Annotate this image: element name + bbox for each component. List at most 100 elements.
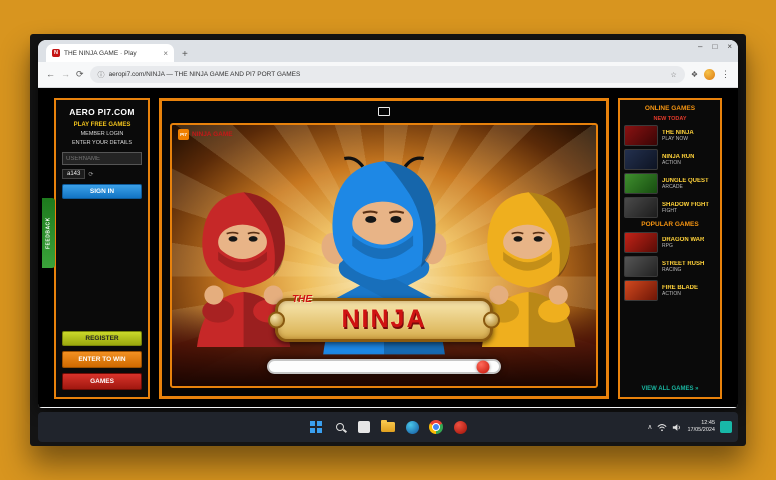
left-sidebar: FEEDBACK AERO PI7.COM PLAY FREE GAMES ME… bbox=[54, 98, 150, 399]
maximize-button[interactable]: □ bbox=[712, 43, 717, 51]
game-thumbnail bbox=[624, 197, 658, 218]
view-all-games-link[interactable]: VIEW ALL GAMES » bbox=[624, 386, 716, 392]
game-panel: PI7 NINJA GAME THE NINJA bbox=[159, 98, 609, 399]
logo-prefix: THE bbox=[292, 294, 312, 305]
tab-title: THE NINJA GAME · Play bbox=[64, 50, 159, 57]
page-content: FEEDBACK AERO PI7.COM PLAY FREE GAMES ME… bbox=[38, 88, 738, 407]
register-button[interactable]: REGISTER bbox=[62, 331, 142, 346]
username-input[interactable] bbox=[62, 152, 142, 165]
browser-menu-icon[interactable]: ⋮ bbox=[721, 69, 730, 80]
right-sidebar: ONLINE GAMES NEW TODAY THE NINJAPLAY NOW… bbox=[618, 98, 722, 399]
game-list-item[interactable]: THE NINJAPLAY NOW bbox=[624, 125, 716, 146]
game-subtitle: RACING bbox=[662, 267, 704, 273]
edge-icon bbox=[406, 421, 419, 434]
game-list-item[interactable]: SHADOW FIGHTFIGHT bbox=[624, 197, 716, 218]
start-button[interactable] bbox=[308, 419, 324, 435]
loading-knob bbox=[476, 360, 489, 373]
captcha-row: a143 ⟳ bbox=[62, 169, 142, 179]
pinned-app-button[interactable] bbox=[356, 419, 372, 435]
game-thumbnail bbox=[624, 280, 658, 301]
new-tab-button[interactable]: + bbox=[182, 49, 188, 62]
game-subtitle: RPG bbox=[662, 243, 704, 249]
chrome-icon bbox=[429, 420, 443, 434]
extensions-icon[interactable]: ❖ bbox=[691, 70, 698, 79]
tab-favicon-icon: N bbox=[52, 49, 60, 57]
site-tagline: PLAY FREE GAMES bbox=[62, 122, 142, 128]
login-label: MEMBER LOGIN bbox=[62, 131, 142, 137]
game-subtitle: ARCADE bbox=[662, 184, 709, 190]
captcha-refresh-icon[interactable]: ⟳ bbox=[88, 171, 93, 178]
file-explorer-button[interactable] bbox=[380, 419, 396, 435]
game-thumbnail bbox=[624, 173, 658, 194]
login-hint: ENTER YOUR DETAILS bbox=[62, 140, 142, 146]
game-subtitle: PLAY NOW bbox=[662, 136, 694, 142]
site-info-icon[interactable]: ⓘ bbox=[98, 70, 105, 80]
folder-icon bbox=[381, 422, 395, 432]
game-thumbnail bbox=[624, 256, 658, 277]
minimize-button[interactable]: – bbox=[698, 43, 702, 51]
brand-label: NINJA GAME bbox=[192, 131, 233, 138]
game-canvas[interactable]: PI7 NINJA GAME THE NINJA bbox=[170, 123, 598, 388]
sign-in-button[interactable]: SIGN IN bbox=[62, 184, 142, 199]
taskbar-clock[interactable]: 12:45 17/05/2024 bbox=[687, 420, 715, 434]
fullscreen-icon[interactable] bbox=[378, 107, 390, 116]
game-app-button[interactable] bbox=[452, 419, 468, 435]
bookmark-star-icon[interactable]: ☆ bbox=[671, 71, 677, 79]
volume-icon[interactable] bbox=[672, 423, 682, 432]
taskbar-center-icons bbox=[308, 419, 468, 435]
wifi-icon[interactable] bbox=[657, 423, 667, 432]
desktop: N THE NINJA GAME · Play × + – □ × ← → ⟳ … bbox=[30, 34, 746, 446]
game-subtitle: ACTION bbox=[662, 291, 698, 297]
game-list-item[interactable]: STREET RUSHRACING bbox=[624, 256, 716, 277]
tray-overflow-icon[interactable]: ∧ bbox=[647, 423, 652, 431]
tab-close-icon[interactable]: × bbox=[163, 49, 168, 58]
back-icon[interactable]: ← bbox=[46, 70, 55, 79]
game-logo-plaque: THE NINJA bbox=[275, 298, 493, 342]
game-list-item[interactable]: FIRE BLADEACTION bbox=[624, 280, 716, 301]
browser-tab[interactable]: N THE NINJA GAME · Play × bbox=[46, 44, 174, 62]
close-button[interactable]: × bbox=[727, 43, 732, 51]
logo-text: NINJA bbox=[341, 305, 426, 334]
taskbar: ∧ 12:45 17/05/2024 bbox=[38, 412, 738, 442]
address-bar[interactable]: ⓘ aeropi7.com/NINJA — THE NINJA GAME AND… bbox=[90, 66, 685, 83]
chrome-button[interactable] bbox=[428, 419, 444, 435]
sidebar-spacer bbox=[62, 199, 142, 326]
games-button[interactable]: GAMES bbox=[62, 373, 142, 390]
browser-toolbar: ← → ⟳ ⓘ aeropi7.com/NINJA — THE NINJA GA… bbox=[38, 62, 738, 88]
red-app-icon bbox=[454, 421, 467, 434]
games-header-top-sub: NEW TODAY bbox=[624, 116, 716, 122]
captcha-code: a143 bbox=[62, 169, 85, 179]
game-thumbnail bbox=[624, 232, 658, 253]
game-subtitle: ACTION bbox=[662, 160, 694, 166]
teal-tray-app-icon[interactable] bbox=[720, 421, 732, 433]
edge-button[interactable] bbox=[404, 419, 420, 435]
game-brand: PI7 NINJA GAME bbox=[178, 129, 233, 140]
games-header-mid: POPULAR GAMES bbox=[624, 221, 716, 229]
reload-icon[interactable]: ⟳ bbox=[76, 70, 84, 79]
games-header-top: ONLINE GAMES bbox=[624, 105, 716, 113]
game-list-item[interactable]: NINJA RUNACTION bbox=[624, 149, 716, 170]
game-list-item[interactable]: JUNGLE QUESTARCADE bbox=[624, 173, 716, 194]
profile-avatar[interactable] bbox=[704, 69, 715, 80]
system-tray: ∧ 12:45 17/05/2024 bbox=[647, 420, 732, 434]
feedback-tab[interactable]: FEEDBACK bbox=[42, 198, 55, 268]
loading-bar bbox=[267, 359, 501, 374]
taskbar-search-button[interactable] bbox=[332, 419, 348, 435]
window-controls: – □ × bbox=[698, 43, 732, 51]
game-thumbnail bbox=[624, 125, 658, 146]
game-thumbnail bbox=[624, 149, 658, 170]
clock-date: 17/05/2024 bbox=[687, 427, 715, 434]
brand-badge-icon: PI7 bbox=[178, 129, 189, 140]
windows-logo-icon bbox=[310, 421, 322, 433]
enter-to-win-button[interactable]: ENTER TO WIN bbox=[62, 351, 142, 368]
search-icon bbox=[336, 423, 344, 431]
url-text: aeropi7.com/NINJA — THE NINJA GAME AND P… bbox=[109, 71, 667, 78]
clock-time: 12:45 bbox=[701, 420, 715, 427]
generic-app-icon bbox=[358, 421, 370, 433]
browser-window: N THE NINJA GAME · Play × + – □ × ← → ⟳ … bbox=[38, 40, 738, 408]
forward-icon[interactable]: → bbox=[61, 70, 70, 79]
game-list-item[interactable]: DRAGON WARRPG bbox=[624, 232, 716, 253]
site-logo: AERO PI7.COM bbox=[62, 107, 142, 117]
tab-strip: N THE NINJA GAME · Play × + – □ × bbox=[38, 40, 738, 62]
game-subtitle: FIGHT bbox=[662, 208, 709, 214]
